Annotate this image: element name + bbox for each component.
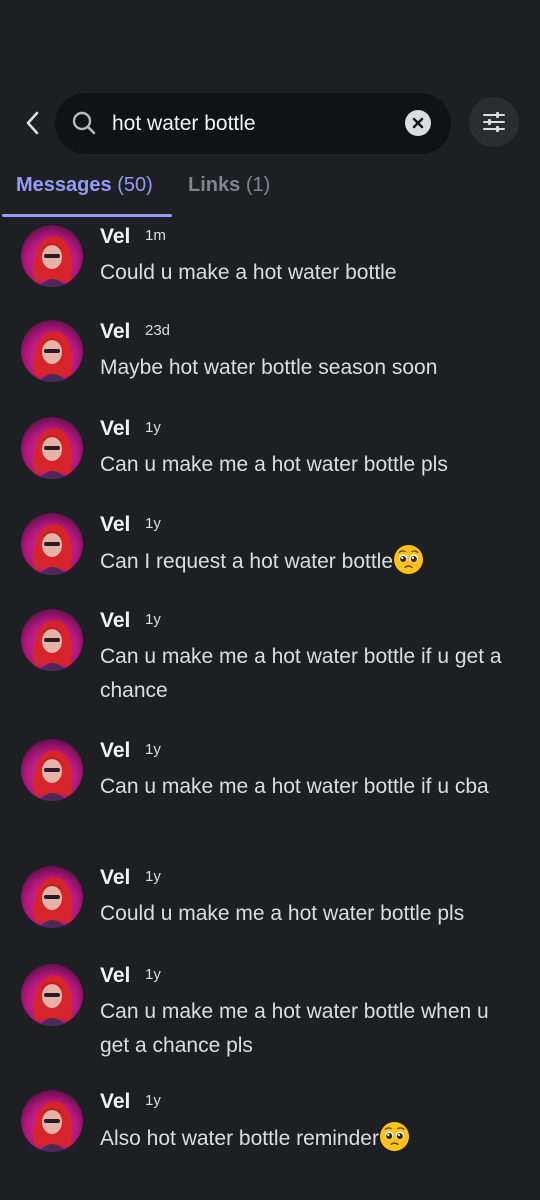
sliders-icon: [483, 112, 505, 132]
tab-links-count: (1): [245, 174, 271, 196]
close-icon: [412, 117, 424, 129]
avatar[interactable]: [21, 417, 83, 479]
back-button[interactable]: [16, 106, 50, 140]
message-author[interactable]: Vel: [100, 320, 130, 344]
message-text: Can u make me a hot water bottle pls: [100, 453, 448, 476]
message-timestamp: 1y: [145, 868, 161, 885]
message-author[interactable]: Vel: [100, 225, 130, 249]
message-content: Also hot water bottle reminder: [100, 1121, 510, 1156]
avatar[interactable]: [21, 609, 83, 671]
message-timestamp: 1y: [145, 966, 161, 983]
message-text: Can u make me a hot water bottle if u cb…: [100, 775, 489, 798]
avatar[interactable]: [21, 739, 83, 801]
message-author[interactable]: Vel: [100, 866, 130, 890]
active-tab-indicator: [2, 214, 172, 217]
message-content: Can u make me a hot water bottle pls: [100, 448, 510, 482]
message-text: Can u make me a hot water bottle if u ge…: [100, 645, 502, 702]
result-tabs: Messages (50) Links (1): [0, 168, 540, 218]
pleading-face-emoji: [379, 1121, 409, 1152]
message-timestamp: 1y: [145, 741, 161, 758]
message-content: Can u make me a hot water bottle if u ge…: [100, 640, 510, 708]
message-timestamp: 1y: [145, 1092, 161, 1109]
avatar[interactable]: [21, 513, 83, 575]
message-timestamp: 1y: [145, 515, 161, 532]
message-text: Could u make a hot water bottle: [100, 261, 397, 284]
search-icon: [72, 111, 96, 135]
message-text: Could u make me a hot water bottle pls: [100, 902, 465, 925]
clear-search-button[interactable]: [405, 110, 431, 136]
pleading-face-emoji: [393, 544, 424, 575]
message-timestamp: 1y: [145, 611, 161, 628]
message-text: Maybe hot water bottle season soon: [100, 356, 438, 379]
message-content: Could u make me a hot water bottle pls: [100, 897, 510, 931]
message-author[interactable]: Vel: [100, 609, 130, 633]
message-content: Can u make me a hot water bottle when u …: [100, 995, 510, 1063]
message-content: Maybe hot water bottle season soon: [100, 351, 510, 385]
tab-messages-count: (50): [117, 174, 153, 196]
message-timestamp: 1y: [145, 419, 161, 436]
avatar[interactable]: [21, 225, 83, 287]
avatar[interactable]: [21, 866, 83, 928]
avatar[interactable]: [21, 320, 83, 382]
tab-messages-label: Messages: [16, 174, 112, 196]
avatar[interactable]: [21, 964, 83, 1026]
message-content: Can u make me a hot water bottle if u cb…: [100, 770, 510, 804]
search-header: [0, 92, 540, 156]
message-author[interactable]: Vel: [100, 964, 130, 988]
tab-links-label: Links: [188, 174, 241, 196]
chevron-left-icon: [26, 111, 39, 135]
message-content: Can I request a hot water bottle: [100, 544, 510, 579]
avatar[interactable]: [21, 1090, 83, 1152]
search-box[interactable]: [55, 93, 451, 154]
message-author[interactable]: Vel: [100, 739, 130, 763]
message-text: Can u make me a hot water bottle when u …: [100, 1000, 489, 1057]
message-timestamp: 23d: [145, 322, 171, 339]
message-content: Could u make a hot water bottle: [100, 256, 510, 290]
message-text: Can I request a hot water bottle: [100, 550, 394, 573]
message-author[interactable]: Vel: [100, 513, 130, 537]
tab-links[interactable]: Links (1): [188, 174, 270, 197]
message-text: Also hot water bottle reminder: [100, 1127, 379, 1150]
tab-messages[interactable]: Messages (50): [16, 174, 153, 197]
message-author[interactable]: Vel: [100, 1090, 130, 1114]
search-input[interactable]: [112, 93, 392, 154]
message-timestamp: 1m: [145, 227, 166, 244]
filter-button[interactable]: [469, 97, 519, 147]
message-author[interactable]: Vel: [100, 417, 130, 441]
